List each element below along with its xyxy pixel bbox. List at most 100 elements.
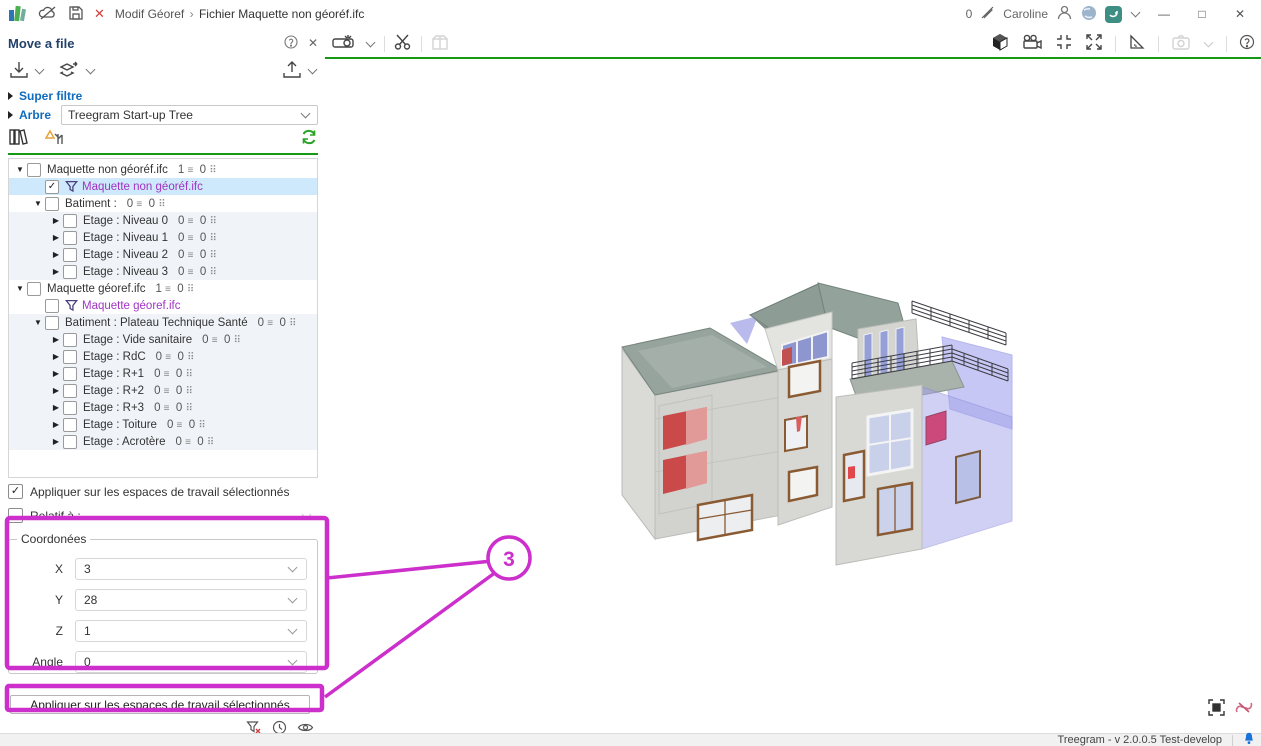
help-icon[interactable] [284, 35, 298, 52]
tree-checkbox[interactable] [63, 231, 77, 245]
tree-row[interactable]: ▼Maquette non géoréf.ifc1 ≡ 0 ⠿ [9, 161, 317, 178]
tree-row[interactable]: ▼Batiment :0 ≡ 0 ⠿ [9, 195, 317, 212]
arbre-expander-icon[interactable] [8, 111, 13, 119]
model-canvas[interactable] [325, 59, 1261, 731]
export-file-icon[interactable] [281, 60, 303, 83]
tree-expander-icon[interactable]: ▶ [49, 352, 63, 361]
window-maximize-button[interactable]: □ [1187, 2, 1217, 26]
move-layers-chevron-icon[interactable] [86, 65, 96, 75]
tree-checkbox[interactable] [63, 214, 77, 228]
move-layers-icon[interactable] [57, 60, 81, 83]
tree-row[interactable]: ▶Etage : R+10 ≡ 0 ⠿ [9, 365, 317, 382]
tree-checkbox[interactable] [63, 350, 77, 364]
coord-input-y[interactable]: 28 [75, 589, 307, 611]
refresh-icon[interactable] [300, 128, 318, 149]
tree-checkbox[interactable] [63, 367, 77, 381]
set-square-icon[interactable] [1128, 33, 1146, 54]
tree-checkbox[interactable]: ✓ [45, 180, 59, 194]
warning-tree-filter-icon[interactable] [44, 127, 70, 150]
user-menu-chevron-icon[interactable] [1131, 8, 1141, 18]
tree-checkbox[interactable] [63, 418, 77, 432]
tree-expander-icon[interactable]: ▶ [49, 267, 63, 276]
tree-row[interactable]: ▼Maquette géoref.ifc1 ≡ 0 ⠿ [9, 280, 317, 297]
tree-expander-icon[interactable]: ▶ [49, 216, 63, 225]
super-filtre-link[interactable]: Super filtre [19, 89, 82, 103]
tree-expander-icon[interactable]: ▶ [49, 335, 63, 344]
coord-input-x[interactable]: 3 [75, 558, 307, 580]
coord-input-z[interactable]: 1 [75, 620, 307, 642]
window-close-button[interactable]: ✕ [1225, 2, 1255, 26]
cloud-off-icon[interactable] [38, 5, 58, 24]
tree-checkbox[interactable] [63, 265, 77, 279]
tree-expander-icon[interactable]: ▶ [49, 403, 63, 412]
video-camera-icon[interactable] [1021, 34, 1043, 53]
coord-value: 1 [84, 624, 91, 638]
library-icon[interactable] [8, 127, 30, 150]
pen-icon[interactable] [980, 5, 995, 23]
super-filtre-expander-icon[interactable] [8, 92, 13, 100]
zoom-to-fit-icon[interactable] [1055, 33, 1073, 54]
tree-label: Batiment : Plateau Technique Santé [65, 317, 248, 329]
tree-row[interactable]: ▼Batiment : Plateau Technique Santé0 ≡ 0… [9, 314, 317, 331]
import-chevron-icon[interactable] [35, 65, 45, 75]
fit-selection-icon[interactable] [1208, 699, 1225, 719]
tree-select[interactable]: Treegram Start-up Tree [61, 105, 318, 125]
tree-expander-icon[interactable]: ▼ [13, 284, 27, 293]
tree-expander-icon[interactable]: ▶ [49, 233, 63, 242]
tree-label: Maquette géoref.ifc [47, 283, 145, 295]
tree-checkbox[interactable] [45, 299, 59, 313]
export-chevron-icon[interactable] [308, 65, 318, 75]
tree-checkbox[interactable] [63, 384, 77, 398]
tree-expander-icon[interactable]: ▶ [49, 437, 63, 446]
projector-icon[interactable] [331, 33, 357, 54]
tree-expander-icon[interactable]: ▼ [13, 165, 27, 174]
panel-close-icon[interactable]: ✕ [308, 36, 318, 50]
tree-row[interactable]: ▶Etage : Toiture0 ≡ 0 ⠿ [9, 416, 317, 433]
tree-row[interactable]: ▶Etage : R+20 ≡ 0 ⠿ [9, 382, 317, 399]
tree-row[interactable]: ▶Etage : Niveau 10 ≡ 0 ⠿ [9, 229, 317, 246]
tree-checkbox[interactable] [63, 435, 77, 449]
tree-row[interactable]: ▶Etage : RdC0 ≡ 0 ⠿ [9, 348, 317, 365]
tree-checkbox[interactable] [63, 401, 77, 415]
checkbox-checked-icon: ✓ [8, 484, 23, 499]
tree-row[interactable]: Maquette géoref.ifc [9, 297, 317, 314]
projector-chevron-icon[interactable] [366, 37, 376, 47]
tree-expander-icon[interactable]: ▼ [31, 318, 45, 327]
tree-checkbox[interactable] [45, 316, 59, 330]
tree-row[interactable]: ▶Etage : Niveau 20 ≡ 0 ⠿ [9, 246, 317, 263]
tree-counts: 0 ≡ 0 ⠿ [154, 402, 193, 414]
tree-row[interactable]: ▶Etage : Niveau 30 ≡ 0 ⠿ [9, 263, 317, 280]
tree-row[interactable]: ▶Etage : Niveau 00 ≡ 0 ⠿ [9, 212, 317, 229]
coord-input-angle[interactable]: 0 [75, 651, 307, 673]
window-minimize-button[interactable]: — [1149, 2, 1179, 26]
save-icon[interactable] [68, 5, 84, 24]
tree-checkbox[interactable] [27, 282, 41, 296]
help-icon[interactable] [1239, 34, 1255, 53]
notifications-bell-icon[interactable] [1243, 732, 1255, 746]
import-file-icon[interactable] [8, 60, 30, 83]
cube-3d-icon[interactable] [991, 33, 1009, 54]
expand-icon[interactable] [1085, 33, 1103, 54]
tree-expander-icon[interactable]: ▶ [49, 420, 63, 429]
arbre-link[interactable]: Arbre [19, 108, 51, 122]
tree-checkbox[interactable] [63, 248, 77, 262]
tree-expander-icon[interactable]: ▶ [49, 250, 63, 259]
apply-button[interactable]: Appliquer sur les espaces de travail sél… [10, 695, 310, 714]
tree-row[interactable]: ▶Etage : R+30 ≡ 0 ⠿ [9, 399, 317, 416]
tree-row[interactable]: ✓Maquette non géoréf.ifc [9, 178, 317, 195]
tree-row[interactable]: ▶Etage : Acrotère0 ≡ 0 ⠿ [9, 433, 317, 450]
tree-expander-icon[interactable]: ▼ [31, 199, 45, 208]
tree-expander-icon[interactable]: ▶ [49, 386, 63, 395]
tree-row[interactable]: ▶Etage : Vide sanitaire0 ≡ 0 ⠿ [9, 331, 317, 348]
tree-expander-icon[interactable]: ▶ [49, 369, 63, 378]
titlebar: ✕ Modif Géoref › Fichier Maquette non gé… [0, 0, 1261, 28]
unlink-icon[interactable] [1235, 700, 1253, 718]
tree-checkbox[interactable] [27, 163, 41, 177]
relative-to-checkbox[interactable]: Relatif à : [8, 505, 318, 526]
apply-workspaces-checkbox[interactable]: ✓ Appliquer sur les espaces de travail s… [8, 481, 318, 502]
tree-indent [9, 441, 49, 442]
close-file-icon[interactable]: ✕ [94, 6, 105, 22]
tree-checkbox[interactable] [63, 333, 77, 347]
tree-checkbox[interactable] [45, 197, 59, 211]
scissors-icon[interactable] [393, 33, 413, 54]
